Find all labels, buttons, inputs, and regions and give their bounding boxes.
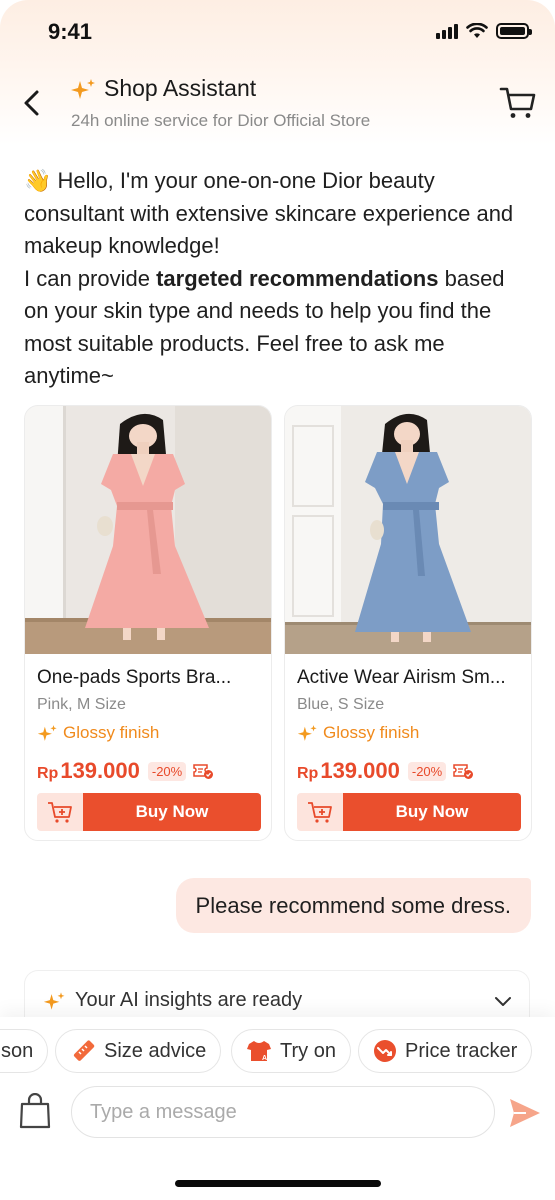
product-card[interactable]: One-pads Sports Bra... Pink, M Size Glos… <box>24 405 272 841</box>
price-row: Rp 139.000 -20% <box>37 758 214 784</box>
coupon-check-icon <box>193 764 214 779</box>
product-variant: Pink, M Size <box>37 696 126 713</box>
signal-icon <box>436 23 458 39</box>
user-message-bubble: Please recommend some dress. <box>175 878 531 933</box>
chip-label: son <box>1 1039 34 1062</box>
status-icons <box>436 23 532 39</box>
add-cart-icon <box>48 802 72 823</box>
product-tag-label: Glossy finish <box>323 723 420 742</box>
quick-action-chips: son Size advice AI Try on Price tracker <box>0 1029 555 1075</box>
chip-size-advice[interactable]: Size advice <box>55 1029 222 1073</box>
status-bar: 9:41 <box>0 0 555 66</box>
price-value: 139.000 <box>60 758 140 783</box>
card-actions: Buy Now <box>37 793 261 831</box>
user-message-text: Please recommend some dress. <box>195 892 511 918</box>
dress-photo-pink <box>25 406 271 654</box>
svg-text:AI: AI <box>262 1055 269 1062</box>
product-variant: Blue, S Size <box>297 696 385 713</box>
dress-photo-blue <box>285 406 531 654</box>
sparkle-icon <box>71 78 95 99</box>
home-indicator <box>175 1180 381 1187</box>
page-subtitle: 24h online service for Dior Official Sto… <box>71 111 371 130</box>
product-tag: Glossy finish <box>297 723 419 743</box>
wave-emoji: 👋 <box>24 168 52 193</box>
chip-price-tracker[interactable]: Price tracker <box>358 1029 533 1073</box>
tshirt-ai-icon: AI <box>247 1041 271 1062</box>
cart-icon[interactable] <box>499 84 537 122</box>
card-actions: Buy Now <box>297 793 521 831</box>
add-to-cart-button[interactable] <box>37 793 83 831</box>
greeting-text-a: Hello, I'm your one-on-one Dior beauty c… <box>24 168 514 258</box>
product-cards: One-pads Sports Bra... Pink, M Size Glos… <box>24 405 532 841</box>
product-image[interactable] <box>25 406 271 654</box>
ruler-icon <box>73 1040 95 1061</box>
sparkle-icon <box>37 725 57 741</box>
buy-now-button[interactable]: Buy Now <box>83 793 261 831</box>
chip-label: Size advice <box>104 1039 207 1062</box>
product-name[interactable]: Active Wear Airism Sm... <box>297 667 506 689</box>
chip-try-on[interactable]: AI Try on <box>231 1029 351 1073</box>
shopping-bag-icon[interactable] <box>18 1093 52 1129</box>
greeting-text-b-pre: I can provide <box>24 265 157 291</box>
price-drop-icon <box>374 1040 396 1062</box>
composer-area: son Size advice AI Try on Price tracker … <box>0 1017 555 1200</box>
product-name[interactable]: One-pads Sports Bra... <box>37 667 231 689</box>
chip-label: Try on <box>280 1039 336 1062</box>
product-card[interactable]: Active Wear Airism Sm... Blue, S Size Gl… <box>284 405 532 841</box>
add-cart-icon <box>308 802 332 823</box>
discount-badge: -20% <box>147 761 187 781</box>
title-row: Shop Assistant <box>70 75 256 102</box>
ai-insights-row: Your AI insights are ready <box>43 989 302 1012</box>
price-row: Rp 139.000 -20% <box>297 758 474 784</box>
greeting-text-b-bold: targeted recommendations <box>156 265 439 291</box>
sparkle-icon <box>297 725 317 741</box>
send-icon[interactable] <box>508 1096 542 1130</box>
chip-comparison[interactable]: son <box>0 1029 49 1073</box>
product-image[interactable] <box>285 406 531 654</box>
chat-header: Shop Assistant 24h online service for Di… <box>0 66 555 142</box>
coupon-check-icon <box>453 764 474 779</box>
assistant-greeting: 👋 Hello, I'm your one-on-one Dior beauty… <box>24 165 534 393</box>
product-tag-label: Glossy finish <box>63 723 160 742</box>
chevron-down-icon[interactable] <box>493 993 513 1009</box>
add-to-cart-button[interactable] <box>297 793 343 831</box>
discount-badge: -20% <box>407 761 447 781</box>
price-currency: Rp <box>37 764 59 782</box>
sparkle-icon <box>43 991 65 1010</box>
battery-icon <box>496 23 532 39</box>
chip-label: Price tracker <box>405 1039 518 1062</box>
status-time: 9:41 <box>48 19 93 44</box>
ai-insights-label: Your AI insights are ready <box>75 989 303 1011</box>
page-title: Shop Assistant <box>104 75 257 101</box>
back-icon[interactable] <box>18 86 44 120</box>
price-currency: Rp <box>297 764 319 782</box>
price-value: 139.000 <box>320 758 400 783</box>
product-tag: Glossy finish <box>37 723 159 743</box>
buy-now-button[interactable]: Buy Now <box>343 793 521 831</box>
message-input[interactable] <box>71 1086 495 1138</box>
wifi-icon <box>466 23 488 38</box>
